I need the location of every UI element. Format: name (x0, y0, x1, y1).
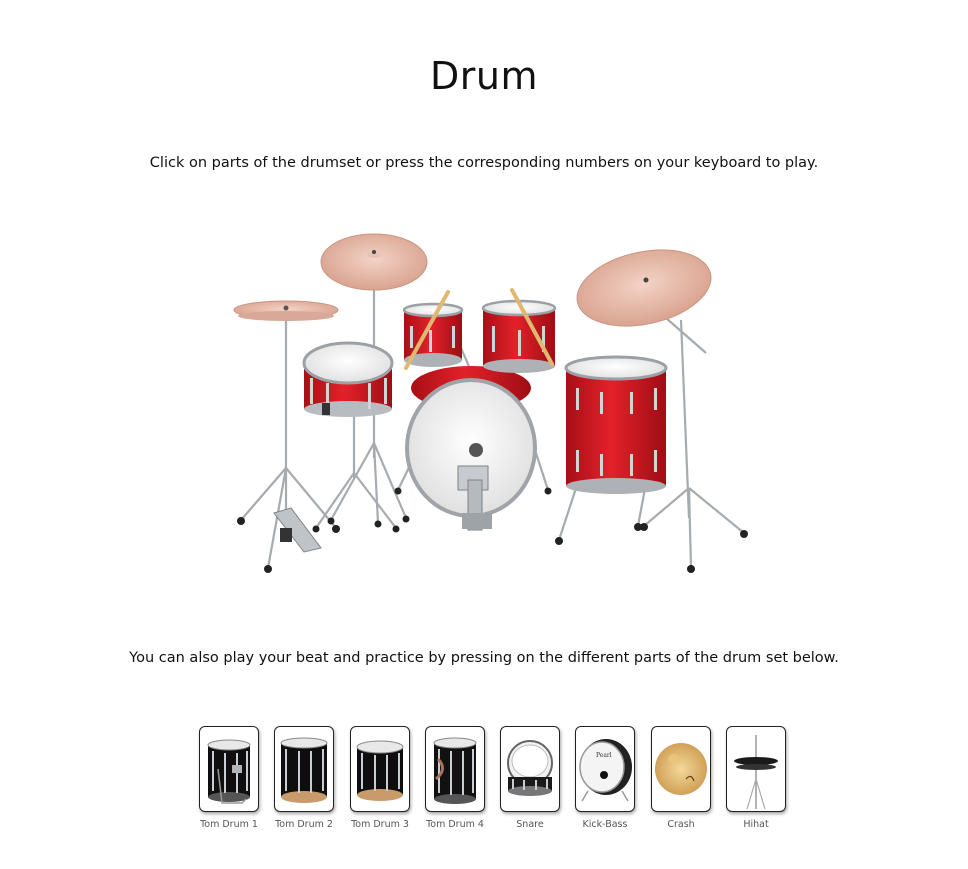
svg-text:Pearl: Pearl (596, 752, 612, 759)
pad-button[interactable]: Pearl (575, 726, 635, 812)
tom-drum-icon (280, 737, 328, 803)
crash-cymbal-left[interactable] (320, 233, 428, 291)
drum-pad-row: Tom Drum 1 Tom Drum 2 Tom Drum 3 Tom Dru… (199, 726, 789, 836)
pad-label: Crash (667, 819, 695, 830)
hihat-cymbal[interactable] (233, 300, 339, 321)
kick-drum-icon: Pearl (579, 739, 632, 802)
kick-bass-drum[interactable] (405, 366, 537, 531)
crash-cymbal-icon (655, 743, 707, 795)
tom-drum-icon (433, 737, 477, 804)
pad-hihat[interactable]: Hihat (726, 726, 786, 830)
crash-cymbal-right[interactable] (570, 239, 718, 338)
hihat-icon (734, 735, 778, 809)
pad-button[interactable] (350, 726, 410, 812)
pad-kick-bass[interactable]: Pearl Kick-Bass (575, 726, 635, 830)
tom-drum-icon (207, 739, 251, 804)
pad-button[interactable] (199, 726, 259, 812)
pad-tom-drum-4[interactable]: Tom Drum 4 (425, 726, 485, 830)
pad-tom-drum-3[interactable]: Tom Drum 3 (350, 726, 410, 830)
page-title: Drum (430, 54, 538, 98)
snare-drum[interactable] (302, 341, 394, 417)
pad-button[interactable] (726, 726, 786, 812)
drum-kit-illustration (226, 228, 756, 578)
pad-label: Tom Drum 1 (200, 819, 258, 830)
pad-tom-drum-2[interactable]: Tom Drum 2 (274, 726, 334, 830)
instructions-text: Click on parts of the drumset or press t… (149, 155, 819, 171)
pad-label: Kick-Bass (582, 819, 628, 830)
pad-snare[interactable]: Snare (500, 726, 560, 830)
pad-button[interactable] (651, 726, 711, 812)
pad-label: Hihat (743, 819, 769, 830)
pad-crash[interactable]: Crash (651, 726, 711, 830)
practice-instructions: You can also play your beat and practice… (129, 650, 839, 666)
pad-label: Tom Drum 4 (426, 819, 484, 830)
pad-label: Snare (516, 819, 544, 830)
tom-drum-icon (356, 740, 404, 801)
pad-button[interactable] (274, 726, 334, 812)
snare-drum-icon (507, 740, 553, 796)
pad-label: Tom Drum 3 (351, 819, 409, 830)
pad-tom-drum-1[interactable]: Tom Drum 1 (199, 726, 259, 830)
pad-button[interactable] (500, 726, 560, 812)
pad-label: Tom Drum 2 (275, 819, 333, 830)
floor-tom[interactable] (564, 355, 668, 494)
rack-tom-2[interactable] (481, 299, 557, 373)
pad-button[interactable] (425, 726, 485, 812)
